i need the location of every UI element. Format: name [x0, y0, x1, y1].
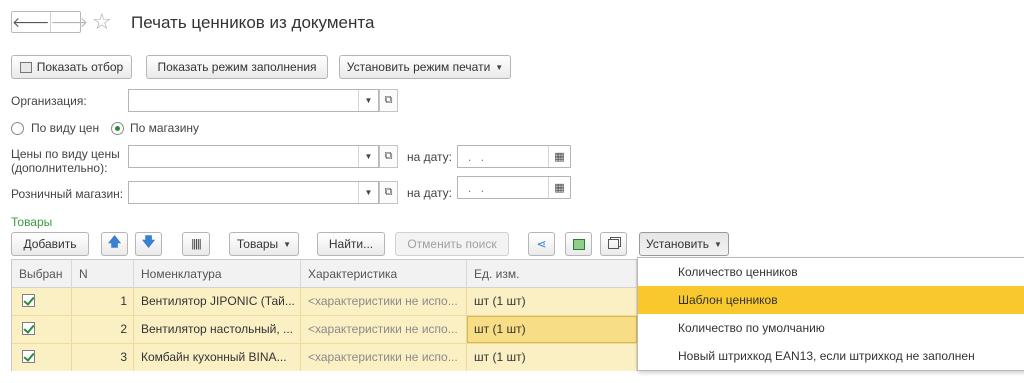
organization-label: Организация: [11, 94, 87, 108]
open-icon[interactable]: ⧉ [379, 145, 398, 168]
find-label: Найти... [328, 237, 374, 251]
page-title: Печать ценников из документа [131, 13, 375, 32]
copy-fill-button[interactable] [565, 232, 592, 256]
show-fill-mode-button[interactable]: Показать режим заполнения [146, 55, 328, 79]
store-label: Розничный магазин: [11, 187, 124, 201]
checkbox-checked-icon[interactable] [22, 294, 35, 307]
calendar-icon[interactable]: ▦ [548, 177, 570, 198]
organization-field[interactable]: ▼ [128, 89, 379, 112]
chevron-down-icon: ▼ [495, 62, 504, 72]
set-dropdown-menu: Количество ценников Шаблон ценников Коли… [637, 257, 1024, 371]
prices-label-line2: (дополнительно): [11, 161, 108, 175]
barcode-button[interactable]: ||||| [182, 232, 210, 256]
radio-by-price-type-label[interactable]: По виду цен [31, 121, 99, 135]
arrow-down-icon: 🡇 [141, 234, 156, 249]
chevron-down-icon: ▼ [283, 239, 292, 249]
unit-cell[interactable]: шт (1 шт) [467, 344, 637, 371]
navigation-buttons: 🡐 🡒 [11, 11, 88, 33]
chevron-down-icon: ▼ [714, 239, 722, 249]
forward-button[interactable]: 🡒 [49, 12, 89, 32]
n-cell: 1 [72, 288, 134, 315]
show-filter-button[interactable]: Показать отбор [11, 55, 132, 79]
date-field[interactable]: . . ▦ [457, 145, 571, 168]
set-print-mode-label: Установить режим печати [346, 60, 491, 74]
filter-icon [19, 61, 32, 73]
open-icon[interactable]: ⧉ [379, 89, 398, 112]
prices-field[interactable]: ▼ [128, 145, 379, 168]
set-print-mode-button[interactable]: Установить режим печати ▼ [339, 55, 511, 79]
checkbox-checked-icon[interactable] [22, 322, 35, 335]
structure-button[interactable]: ⋖ [528, 232, 555, 256]
unit-cell-focused[interactable]: шт (1 шт) [467, 316, 637, 343]
favorite-star-icon[interactable]: ☆ [92, 9, 112, 35]
move-up-button[interactable]: 🡅 [101, 232, 128, 256]
menu-item-price-tag-count[interactable]: Количество ценников [638, 258, 1024, 286]
windows-icon [608, 239, 619, 249]
unit-cell[interactable]: шт (1 шт) [467, 288, 637, 315]
radio-by-store[interactable] [111, 122, 124, 135]
characteristic-cell[interactable]: <характеристики не испо... [301, 288, 467, 315]
column-header-selected[interactable]: Выбран [12, 260, 72, 288]
on-date-label: на дату: [407, 150, 453, 164]
cancel-search-button[interactable]: Отменить поиск [395, 232, 509, 256]
cancel-search-label: Отменить поиск [407, 237, 497, 251]
date-value-2: . . [468, 181, 488, 195]
item-cell[interactable]: Вентилятор настольный, ... [134, 316, 301, 343]
move-down-button[interactable]: 🡇 [135, 232, 162, 256]
item-cell[interactable]: Комбайн кухонный BINA... [134, 344, 301, 371]
show-filter-label: Показать отбор [36, 60, 124, 74]
date-field-2[interactable]: . . ▦ [457, 176, 571, 199]
fill-icon [572, 238, 585, 250]
find-button[interactable]: Найти... [317, 232, 385, 256]
set-label: Установить [646, 237, 710, 251]
dropdown-arrow-icon[interactable]: ▼ [358, 146, 378, 167]
goods-section-title: Товары [11, 215, 53, 229]
add-label: Добавить [23, 237, 77, 251]
arrow-left-icon: 🡐 [12, 13, 50, 30]
arrow-right-icon: 🡒 [50, 13, 89, 30]
barcode-icon: ||||| [191, 238, 201, 250]
characteristic-cell[interactable]: <характеристики не испо... [301, 316, 467, 343]
hierarchy-icon: ⋖ [536, 237, 547, 251]
on-date-label-2: на дату: [407, 186, 453, 200]
back-button[interactable]: 🡐 [12, 12, 50, 32]
characteristic-cell[interactable]: <характеристики не испо... [301, 344, 467, 371]
selected-cell[interactable] [12, 288, 72, 315]
menu-item-default-quantity[interactable]: Количество по умолчанию [638, 314, 1024, 342]
set-button[interactable]: Установить ▼ [639, 232, 729, 256]
column-header-n[interactable]: N [72, 260, 134, 288]
show-fill-mode-label: Показать режим заполнения [157, 60, 317, 74]
radio-by-store-label[interactable]: По магазину [130, 121, 199, 135]
arrow-up-icon: 🡅 [107, 234, 122, 249]
prices-label-line1: Цены по виду цены [11, 147, 120, 161]
open-icon[interactable]: ⧉ [379, 181, 398, 204]
item-cell[interactable]: Вентилятор JIPONIC (Тай... [134, 288, 301, 315]
n-cell: 3 [72, 344, 134, 371]
goods-label: Товары [236, 237, 279, 251]
radio-by-price-type[interactable] [11, 122, 24, 135]
dropdown-arrow-icon[interactable]: ▼ [358, 182, 378, 203]
goods-button[interactable]: Товары ▼ [229, 232, 299, 256]
date-value: . . [468, 150, 488, 164]
selected-cell[interactable] [12, 344, 72, 371]
store-field[interactable]: ▼ [128, 181, 379, 204]
column-header-unit[interactable]: Ед. изм. [467, 260, 637, 288]
n-cell: 2 [72, 316, 134, 343]
checkbox-checked-icon[interactable] [22, 350, 35, 363]
column-header-item[interactable]: Номенклатура [134, 260, 301, 288]
dropdown-arrow-icon[interactable]: ▼ [358, 90, 378, 111]
column-header-characteristic[interactable]: Характеристика [301, 260, 467, 288]
calendar-icon[interactable]: ▦ [548, 146, 570, 167]
add-button[interactable]: Добавить [11, 232, 89, 256]
selected-cell[interactable] [12, 316, 72, 343]
menu-item-price-tag-template[interactable]: Шаблон ценников [638, 286, 1024, 314]
windows-button[interactable] [600, 232, 627, 256]
menu-item-new-barcode[interactable]: Новый штрихкод EAN13, если штрихкод не з… [638, 342, 1024, 370]
